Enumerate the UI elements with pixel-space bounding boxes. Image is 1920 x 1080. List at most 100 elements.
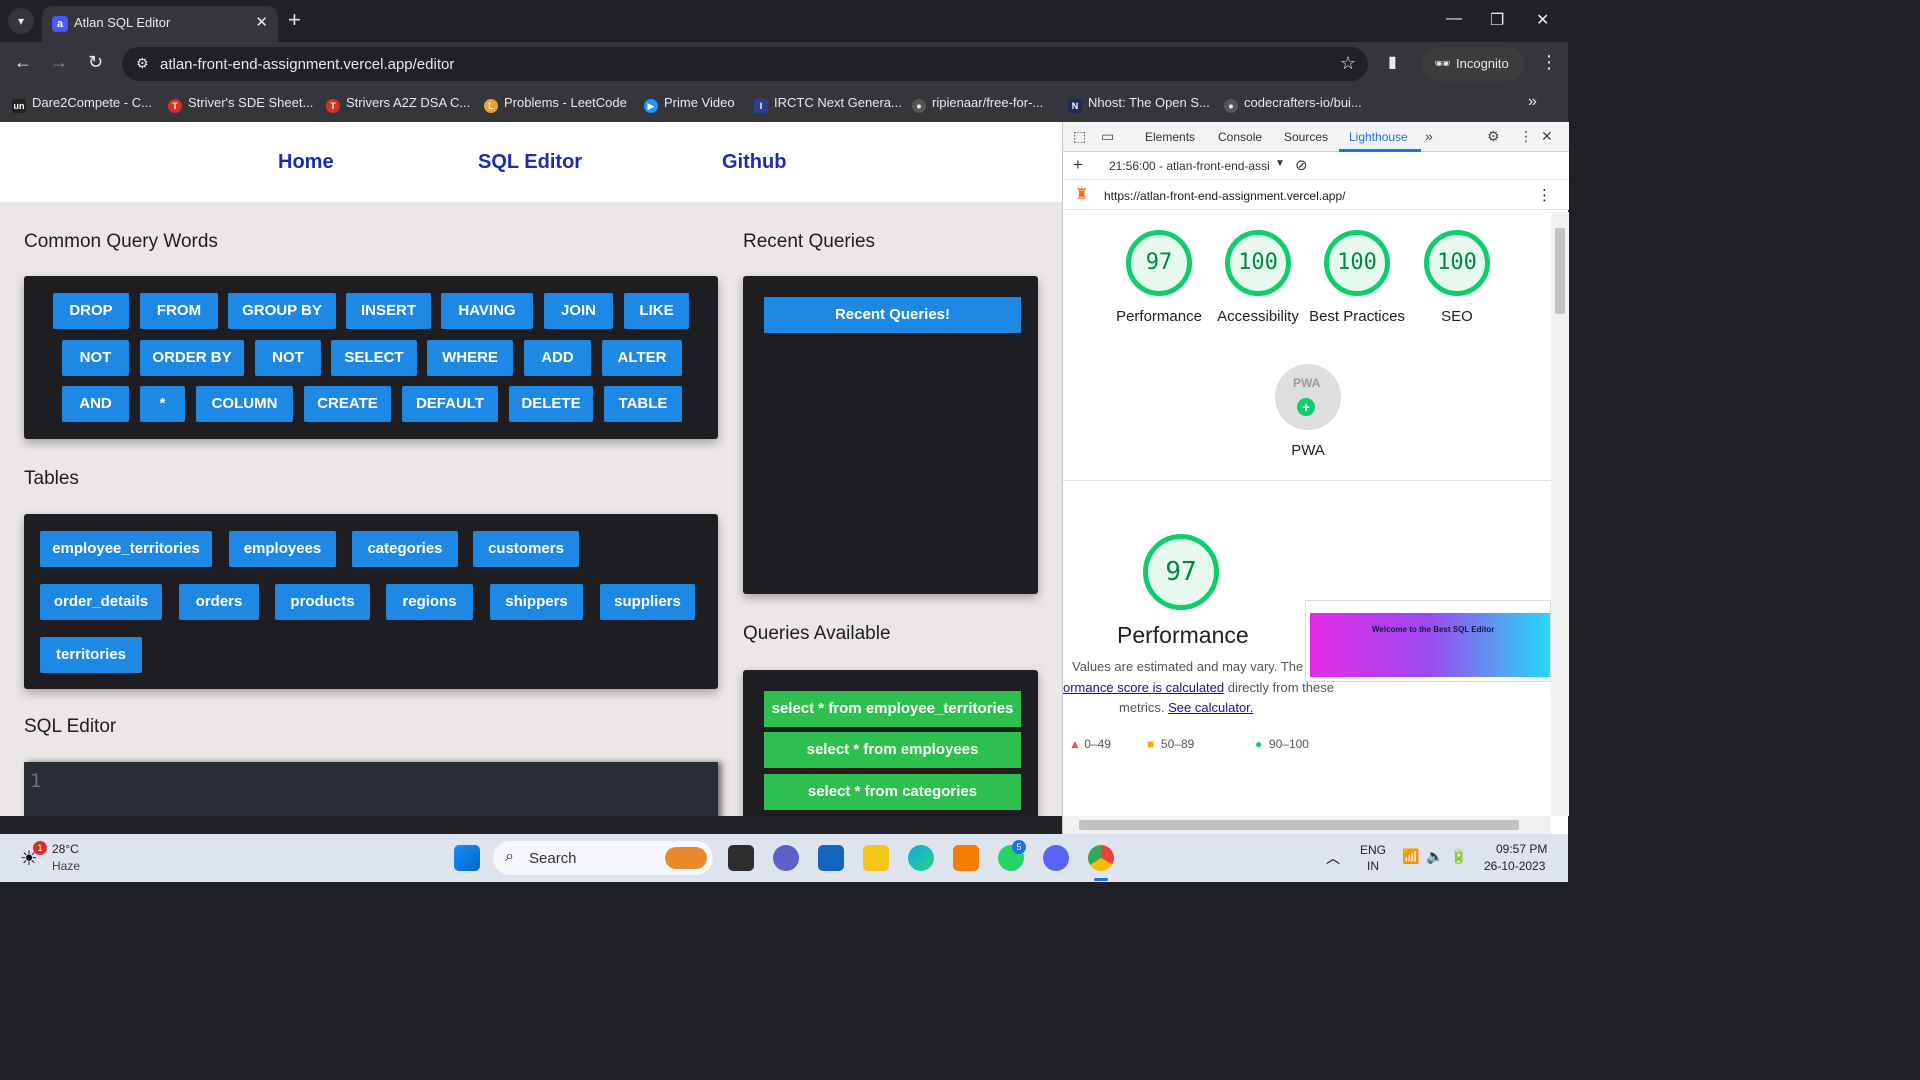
nav-github-link[interactable]: Github bbox=[722, 151, 786, 174]
keyword-button[interactable]: AND bbox=[62, 386, 129, 422]
device-toolbar-icon[interactable]: ▭ bbox=[1101, 128, 1114, 145]
table-button[interactable]: regions bbox=[386, 584, 473, 620]
battery-icon[interactable]: 🔋 bbox=[1450, 848, 1467, 865]
file-explorer-icon[interactable] bbox=[863, 845, 889, 871]
more-tabs-icon[interactable]: » bbox=[1425, 128, 1433, 144]
page-screenshot-thumbnail[interactable]: Welcome to the Best SQL Editor bbox=[1305, 600, 1551, 682]
taskbar-search[interactable]: ⌕ Search bbox=[493, 841, 713, 875]
keyword-button[interactable]: LIKE bbox=[624, 293, 689, 329]
table-button[interactable]: territories bbox=[40, 637, 142, 673]
bookmark-item[interactable]: T Striver's SDE Sheet... bbox=[168, 95, 313, 113]
discord-icon[interactable] bbox=[1043, 845, 1069, 871]
keyword-button[interactable]: TABLE bbox=[604, 386, 682, 422]
inspect-element-icon[interactable]: ⬚ bbox=[1073, 128, 1086, 145]
keyword-button[interactable]: ORDER BY bbox=[140, 340, 244, 376]
report-menu-icon[interactable]: ⋮ bbox=[1537, 186, 1552, 204]
best-practices-score-gauge[interactable]: 100 bbox=[1324, 230, 1390, 296]
sql-code-editor[interactable]: 1 bbox=[24, 762, 718, 816]
lang-line1[interactable]: ENG bbox=[1360, 843, 1386, 857]
keyword-button[interactable]: GROUP BY bbox=[228, 293, 336, 329]
devtools-tab-console[interactable]: Console bbox=[1218, 130, 1262, 144]
bookmark-item[interactable]: I IRCTC Next Genera... bbox=[754, 95, 902, 113]
query-button[interactable]: select * from employee_territories bbox=[764, 691, 1021, 727]
site-info-icon[interactable]: ⚙ bbox=[136, 55, 149, 72]
bookmark-item[interactable]: ▶ Prime Video bbox=[644, 95, 735, 113]
query-button[interactable]: select * from employees bbox=[764, 732, 1021, 768]
bookmark-item[interactable]: N Nhost: The Open S... bbox=[1068, 95, 1210, 113]
wifi-icon[interactable]: 📶 bbox=[1402, 848, 1419, 865]
devtools-tab-lighthouse[interactable]: Lighthouse bbox=[1349, 130, 1408, 144]
tab-search-dropdown-icon[interactable]: ▾ bbox=[8, 8, 34, 34]
devtools-tab-sources[interactable]: Sources bbox=[1284, 130, 1328, 144]
table-button[interactable]: shippers bbox=[490, 584, 583, 620]
keyword-button[interactable]: CREATE bbox=[304, 386, 391, 422]
active-tab[interactable]: a Atlan SQL Editor ✕ bbox=[42, 6, 278, 42]
volume-icon[interactable]: 🔈 bbox=[1426, 848, 1443, 865]
keyword-button[interactable]: COLUMN bbox=[196, 386, 293, 422]
table-button[interactable]: customers bbox=[473, 531, 579, 567]
restore-icon[interactable]: ❐ bbox=[1490, 10, 1504, 30]
nav-home-link[interactable]: Home bbox=[278, 151, 334, 174]
devtools-vertical-scrollbar[interactable] bbox=[1551, 212, 1569, 816]
accessibility-score-gauge[interactable]: 100 bbox=[1225, 230, 1291, 296]
keyword-button[interactable]: ADD bbox=[524, 340, 591, 376]
keyword-button[interactable]: NOT bbox=[255, 340, 321, 376]
seo-score-gauge[interactable]: 100 bbox=[1424, 230, 1490, 296]
side-panel-icon[interactable]: ▮ bbox=[1388, 52, 1397, 72]
bookmark-item[interactable]: un Dare2Compete - C... bbox=[12, 95, 152, 113]
table-button[interactable]: employee_territories bbox=[40, 531, 212, 567]
report-selector[interactable]: 21:56:00 - atlan-front-end-assi bbox=[1109, 159, 1270, 173]
reload-icon[interactable]: ↻ bbox=[88, 52, 103, 73]
table-button[interactable]: categories bbox=[352, 531, 458, 567]
nav-sql-editor-link[interactable]: SQL Editor bbox=[478, 151, 582, 174]
sublime-text-icon[interactable] bbox=[953, 845, 979, 871]
table-button[interactable]: orders bbox=[179, 584, 259, 620]
task-view-icon[interactable] bbox=[728, 845, 754, 871]
score-calculated-link[interactable]: ormance score is calculated bbox=[1063, 680, 1224, 695]
chrome-icon[interactable] bbox=[1088, 845, 1114, 871]
performance-score-gauge[interactable]: 97 bbox=[1126, 230, 1192, 296]
forward-icon[interactable]: → bbox=[50, 52, 68, 73]
devtools-tab-elements[interactable]: Elements bbox=[1145, 130, 1195, 144]
lang-line2[interactable]: IN bbox=[1367, 859, 1379, 873]
new-tab-icon[interactable]: + bbox=[288, 8, 301, 32]
clear-reports-icon[interactable]: ⊘ bbox=[1295, 156, 1308, 174]
clock-date[interactable]: 26-10-2023 bbox=[1484, 859, 1545, 873]
keyword-button[interactable]: NOT bbox=[62, 340, 129, 376]
table-button[interactable]: order_details bbox=[40, 584, 162, 620]
devtools-close-icon[interactable]: ✕ bbox=[1541, 128, 1553, 145]
keyword-button[interactable]: SELECT bbox=[331, 340, 417, 376]
tab-close-icon[interactable]: ✕ bbox=[255, 13, 268, 31]
table-button[interactable]: suppliers bbox=[600, 584, 695, 620]
back-icon[interactable]: ← bbox=[14, 52, 32, 73]
bookmark-item[interactable]: L Problems - LeetCode bbox=[484, 95, 627, 113]
more-bookmarks-icon[interactable]: » bbox=[1528, 93, 1537, 111]
keyword-button[interactable]: ALTER bbox=[602, 340, 682, 376]
devtools-horizontal-scrollbar[interactable] bbox=[1063, 816, 1551, 834]
meet-icon[interactable] bbox=[773, 845, 799, 871]
windows-start-icon[interactable] bbox=[454, 845, 480, 871]
keyword-button[interactable]: INSERT bbox=[346, 293, 431, 329]
address-bar[interactable]: ⚙ atlan-front-end-assignment.vercel.app/… bbox=[122, 47, 1368, 81]
incognito-badge[interactable]: 🕶 Incognito bbox=[1422, 47, 1524, 81]
recent-queries-button[interactable]: Recent Queries! bbox=[764, 297, 1021, 333]
pwa-badge[interactable]: PWA + bbox=[1275, 364, 1341, 430]
keyword-button[interactable]: DELETE bbox=[509, 386, 593, 422]
bookmark-star-icon[interactable]: ☆ bbox=[1340, 53, 1356, 74]
keyword-button[interactable]: DEFAULT bbox=[402, 386, 498, 422]
show-hidden-icons-icon[interactable]: ︿ bbox=[1326, 848, 1340, 868]
minimize-icon[interactable]: — bbox=[1446, 10, 1462, 28]
scrollbar-thumb[interactable] bbox=[1555, 228, 1565, 314]
keyword-button[interactable]: * bbox=[140, 386, 185, 422]
bookmark-item[interactable]: ● ripienaar/free-for-... bbox=[912, 95, 1043, 113]
bookmark-item[interactable]: ● codecrafters-io/bui... bbox=[1224, 95, 1362, 113]
report-dropdown-icon[interactable]: ▼ bbox=[1275, 158, 1285, 169]
scrollbar-thumb[interactable] bbox=[1079, 820, 1519, 830]
window-close-icon[interactable]: ✕ bbox=[1536, 10, 1549, 30]
keyword-button[interactable]: HAVING bbox=[441, 293, 533, 329]
table-button[interactable]: products bbox=[275, 584, 370, 620]
store-icon[interactable] bbox=[818, 845, 844, 871]
see-calculator-link[interactable]: See calculator. bbox=[1168, 700, 1253, 715]
devtools-settings-icon[interactable]: ⚙ bbox=[1487, 128, 1500, 145]
keyword-button[interactable]: WHERE bbox=[427, 340, 513, 376]
